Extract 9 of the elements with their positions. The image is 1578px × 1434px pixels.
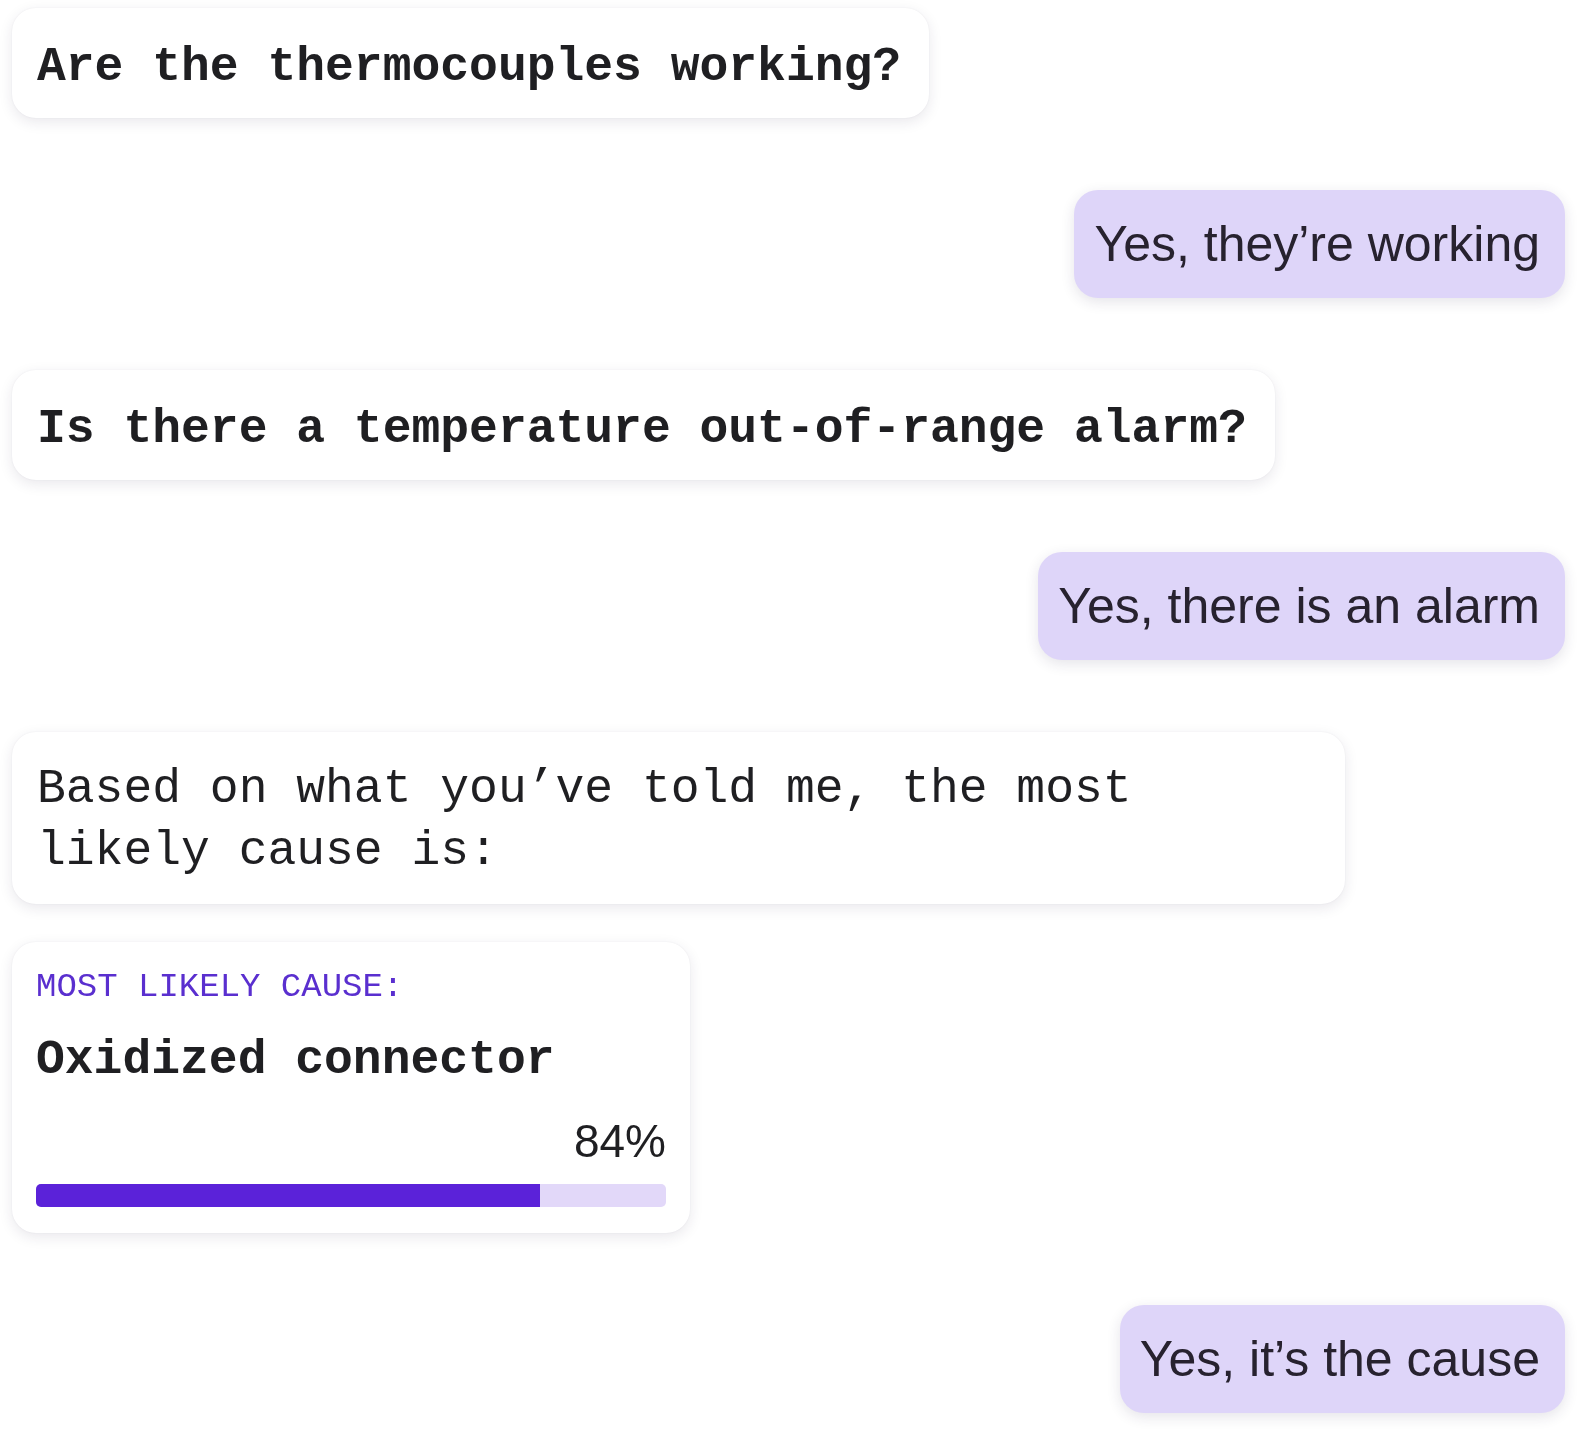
user-message: Yes, they’re working: [1074, 190, 1565, 298]
cause-title: Oxidized connector: [36, 1032, 555, 1089]
bot-message: Are the thermocouples working?: [12, 8, 930, 118]
user-message: Yes, it’s the cause: [1119, 1305, 1565, 1413]
confidence-percent: 84%: [573, 1114, 666, 1168]
user-message: Yes, there is an alarm: [1038, 552, 1565, 660]
bot-message: Based on what you’ve told me, the most likely cause is:: [12, 732, 1345, 904]
bot-message: Is there a temperature out-of-range alarm?: [12, 370, 1275, 480]
cause-label: MOST LIKELY CAUSE:: [36, 967, 404, 1008]
